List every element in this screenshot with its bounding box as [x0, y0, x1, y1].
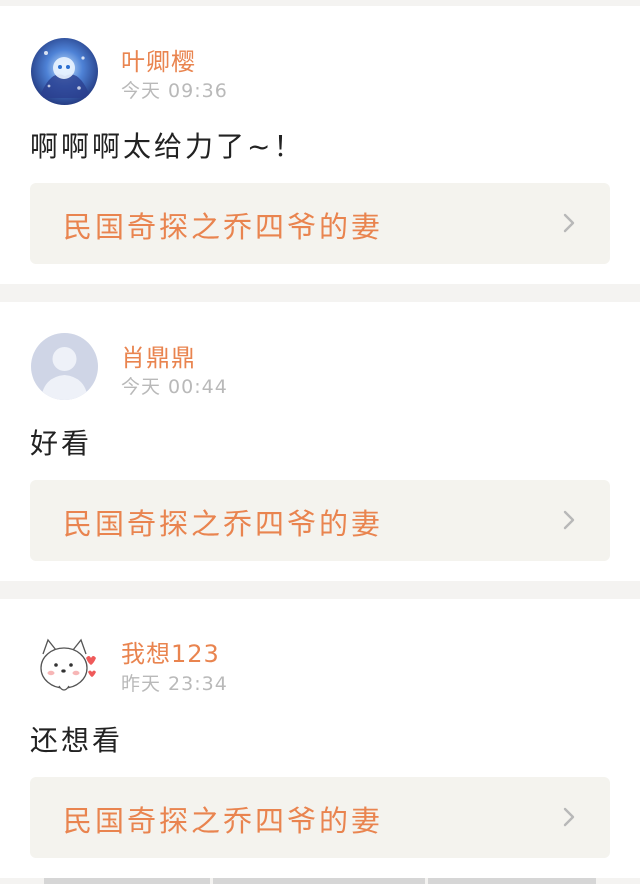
chevron-right-icon — [563, 213, 575, 233]
bottom-tab-segment[interactable] — [44, 878, 210, 884]
book-title: 民国奇探之乔四爷的妻 — [63, 507, 384, 541]
book-title: 民国奇探之乔四爷的妻 — [63, 804, 384, 838]
avatar[interactable] — [31, 632, 98, 699]
username[interactable]: 叶卿樱 — [121, 42, 196, 77]
timestamp: 今天 09:36 — [121, 80, 228, 102]
username[interactable]: 肖鼎鼎 — [121, 338, 196, 373]
cartoon-dog-avatar-icon — [31, 632, 98, 699]
book-link[interactable]: 民国奇探之乔四爷的妻 — [30, 480, 610, 561]
chevron-right-icon — [563, 510, 575, 530]
chevron-right-icon — [563, 807, 575, 827]
comment-card: 我想123 昨天 23:34 还想看 民国奇探之乔四爷的妻 — [0, 599, 640, 878]
timestamp: 今天 00:44 — [121, 376, 228, 398]
comment-card: 肖鼎鼎 今天 00:44 好看 民国奇探之乔四爷的妻 — [0, 302, 640, 581]
username[interactable]: 我想123 — [121, 634, 220, 669]
book-link[interactable]: 民国奇探之乔四爷的妻 — [30, 777, 610, 858]
anime-girl-avatar-icon — [31, 38, 98, 105]
book-link[interactable]: 民国奇探之乔四爷的妻 — [30, 183, 610, 264]
bottom-tab-bar-edge — [0, 878, 640, 884]
book-title: 民国奇探之乔四爷的妻 — [63, 210, 384, 244]
comment-text: 还想看 — [30, 724, 124, 757]
timestamp: 昨天 23:34 — [121, 673, 228, 695]
comment-card: 叶卿樱 今天 09:36 啊啊啊太给力了~！ 民国奇探之乔四爷的妻 — [0, 6, 640, 284]
bottom-tab-segment[interactable] — [428, 878, 596, 884]
comment-text: 好看 — [30, 427, 93, 460]
avatar[interactable] — [31, 333, 98, 400]
bottom-tab-segment[interactable] — [213, 878, 425, 884]
avatar[interactable] — [31, 38, 98, 105]
comment-text: 啊啊啊太给力了~！ — [30, 130, 305, 163]
default-user-avatar-icon — [31, 333, 98, 400]
